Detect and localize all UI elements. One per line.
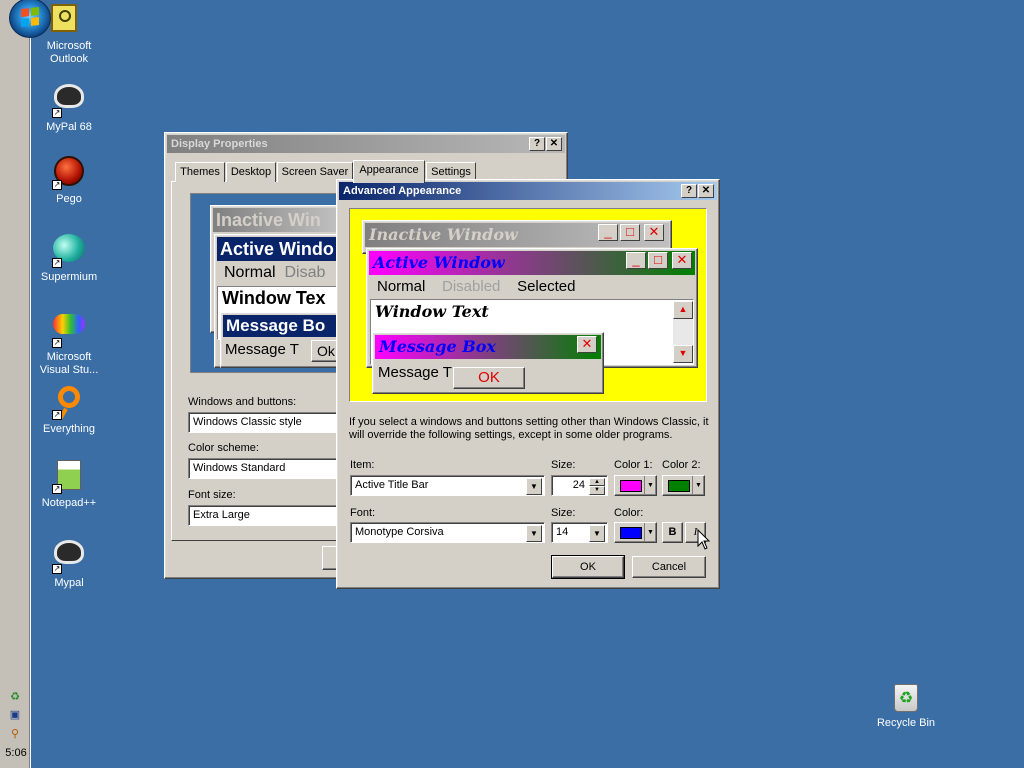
taskbar	[0, 0, 31, 768]
info-text: If you select a windows and buttons sett…	[349, 416, 709, 441]
chevron-down-icon[interactable]: ▼	[589, 525, 605, 542]
font-size-select[interactable]: 14 ▼	[551, 522, 608, 543]
mypal-icon: ↗	[52, 540, 86, 574]
maximize-icon: □	[620, 224, 640, 241]
supermium-icon: ↗	[52, 234, 86, 268]
chevron-down-icon: ▼	[692, 476, 704, 495]
minimize-icon: _	[598, 224, 618, 241]
color2-swatch	[668, 480, 690, 492]
chevron-down-icon: ▼	[644, 523, 656, 542]
preview-message-box: Message Bo Message T Ok	[220, 312, 341, 368]
desktop-icon-mypal68[interactable]: ↗ MyPal 68	[31, 80, 107, 134]
desktop-icon-notepadpp[interactable]: ↗ Notepad++	[31, 460, 107, 510]
cancel-button[interactable]: Cancel	[632, 556, 706, 578]
desktop-icon-visual-studio[interactable]: ↗ Microsoft Visual Stu...	[31, 308, 107, 377]
minimize-icon: _	[626, 252, 646, 269]
adv-preview-message-box: Message Box ✕ Message T OK	[372, 332, 604, 394]
color-scheme-select[interactable]: Windows Standard	[188, 458, 340, 479]
font-color-picker[interactable]: ▼	[614, 522, 657, 543]
windows-buttons-select[interactable]: Windows Classic style	[188, 412, 340, 433]
tab-desktop[interactable]: Desktop	[226, 162, 276, 182]
desktop-icon-recycle-bin[interactable]: ♻ Recycle Bin	[867, 684, 945, 730]
bold-button[interactable]: B	[662, 522, 683, 543]
tray-search-icon[interactable]: ⚲	[3, 727, 27, 743]
scroll-down-icon: ▼	[673, 345, 693, 363]
color2-picker[interactable]: ▼	[662, 475, 705, 496]
item-size-stepper[interactable]: 24 ▲ ▼	[551, 475, 608, 496]
maximize-icon: □	[648, 252, 668, 269]
tab-themes[interactable]: Themes	[175, 162, 225, 182]
close-button[interactable]: ✕	[546, 137, 562, 151]
desktop-icon-mypal[interactable]: ↗ Mypal	[31, 536, 107, 590]
notepadpp-icon: ↗	[52, 460, 86, 494]
everything-icon: ↗	[52, 386, 86, 421]
close-icon: ✕	[577, 336, 597, 353]
item-select[interactable]: Active Title Bar ▼	[350, 475, 545, 496]
pego-icon: ↗	[52, 156, 86, 190]
font-select[interactable]: Monotype Corsiva ▼	[350, 522, 545, 543]
mypal-icon: ↗	[52, 84, 86, 118]
visual-studio-icon: ↗	[52, 314, 86, 348]
recycle-bin-icon: ♻	[893, 684, 919, 714]
font-size-select[interactable]: Extra Large	[188, 505, 340, 526]
window-title: Display Properties	[171, 138, 268, 150]
close-icon: ✕	[672, 252, 692, 269]
mouse-cursor-icon	[697, 529, 711, 550]
close-icon: ✕	[644, 224, 664, 241]
tab-appearance[interactable]: Appearance	[353, 160, 425, 183]
spin-up-icon[interactable]: ▲	[589, 478, 605, 486]
display-properties-titlebar[interactable]: Display Properties ? ✕	[167, 135, 565, 153]
window-title: Advanced Appearance	[343, 185, 462, 197]
chevron-down-icon: ▼	[644, 476, 656, 495]
close-button[interactable]: ✕	[698, 184, 714, 198]
color1-swatch	[620, 480, 642, 492]
help-button[interactable]: ?	[529, 137, 545, 151]
advanced-appearance-titlebar[interactable]: Advanced Appearance ? ✕	[339, 182, 717, 200]
tray-display-icon[interactable]: ▣	[3, 708, 27, 724]
scroll-up-icon: ▲	[673, 301, 693, 319]
desktop-icon-outlook[interactable]: Microsoft Outlook	[31, 4, 107, 66]
chevron-down-icon[interactable]: ▼	[526, 478, 542, 495]
desktop-icon-supermium[interactable]: ↗ Supermium	[31, 232, 107, 284]
preview-scrollbar: ▲ ▼	[673, 301, 693, 363]
color1-picker[interactable]: ▼	[614, 475, 657, 496]
font-color-swatch	[620, 527, 642, 539]
chevron-down-icon[interactable]: ▼	[526, 525, 542, 542]
desktop-icon-everything[interactable]: ↗ Everything	[31, 384, 107, 436]
taskbar-clock[interactable]: 5:06	[1, 747, 31, 759]
tray-network-icon[interactable]: ♻	[3, 690, 27, 706]
spin-down-icon[interactable]: ▼	[589, 486, 605, 495]
outlook-icon	[51, 4, 77, 32]
desktop-icon-pego[interactable]: ↗ Pego	[31, 156, 107, 206]
ok-button[interactable]: OK	[551, 555, 625, 579]
help-button[interactable]: ?	[681, 184, 697, 198]
